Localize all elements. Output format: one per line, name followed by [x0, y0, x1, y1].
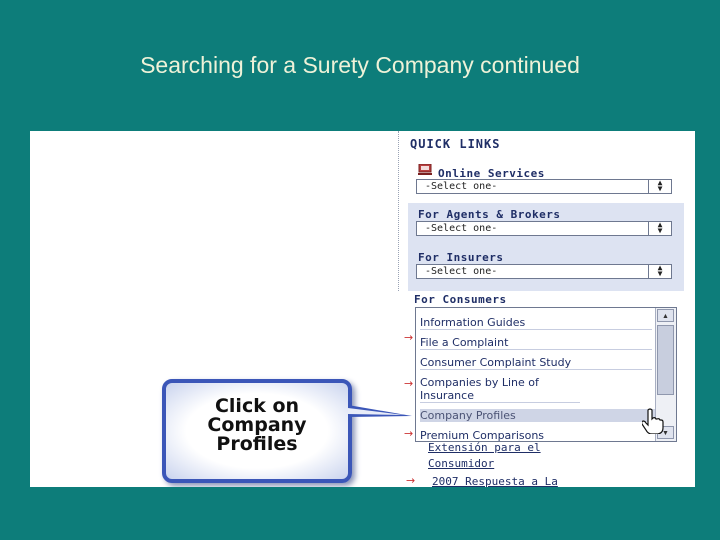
select-arrows-icon: ▲ ▼: [648, 221, 671, 235]
dropdown-option[interactable]: Companies by Line of Insurance: [420, 376, 580, 403]
callout-pointer: [348, 405, 412, 417]
link-consumidor[interactable]: Consumidor: [428, 457, 494, 470]
arrow-bullet-icon: →: [406, 474, 416, 487]
dropdown-option[interactable]: File a Complaint: [420, 336, 652, 350]
callout-box: Click on Company Profiles: [162, 379, 352, 483]
dropdown-option-highlighted[interactable]: Company Profiles: [420, 409, 658, 422]
agents-brokers-label: For Agents & Brokers: [418, 208, 561, 221]
callout-text: Click on Company Profiles: [207, 395, 307, 455]
scroll-up-icon[interactable]: ▲: [657, 309, 674, 322]
agents-brokers-select[interactable]: -Select one- ▲ ▼: [416, 221, 672, 236]
dropdown-option[interactable]: Information Guides: [420, 316, 652, 330]
scroll-thumb[interactable]: [657, 325, 674, 395]
insurers-select[interactable]: -Select one- ▲ ▼: [416, 264, 672, 279]
panel-divider: [398, 131, 400, 291]
consumers-dropdown-list[interactable]: Information Guides File a Complaint Cons…: [415, 307, 677, 442]
arrow-bullet-icon: →: [404, 331, 414, 344]
quick-links-heading: QUICK LINKS: [410, 137, 501, 151]
arrow-bullet-icon: →: [404, 427, 414, 440]
select-arrows-icon: ▲ ▼: [648, 264, 671, 278]
insurers-selected: -Select one-: [425, 266, 498, 277]
agents-brokers-selected: -Select one-: [425, 223, 498, 234]
computer-icon: [418, 164, 432, 175]
link-extension[interactable]: Extensión para el: [428, 441, 541, 454]
link-respuesta[interactable]: 2007 Respuesta a La: [432, 475, 558, 487]
consumers-label: For Consumers: [414, 293, 507, 306]
online-services-select[interactable]: -Select one- ▲ ▼: [416, 179, 672, 194]
dropdown-option[interactable]: Consumer Complaint Study: [420, 356, 652, 370]
hand-cursor-icon: [642, 408, 664, 434]
arrow-bullet-icon: →: [404, 377, 414, 390]
website-screenshot: QUICK LINKS Online Services -Select one-…: [30, 131, 695, 487]
online-services-selected: -Select one-: [425, 181, 498, 192]
slide-title: Searching for a Surety Company continued: [140, 52, 580, 78]
insurers-label: For Insurers: [418, 251, 504, 264]
select-arrows-icon: ▲ ▼: [648, 179, 671, 193]
